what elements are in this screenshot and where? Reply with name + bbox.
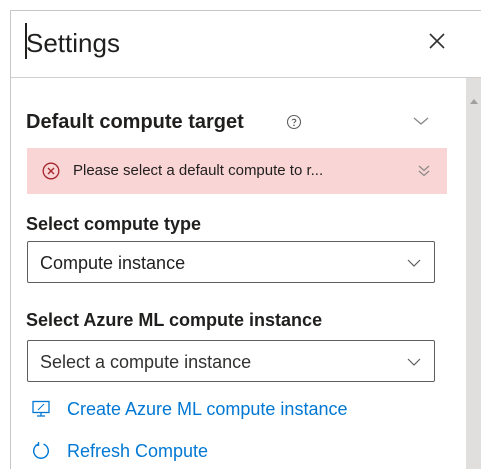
compute-instance-placeholder: Select a compute instance (40, 352, 252, 372)
vertical-scrollbar[interactable] (466, 78, 481, 469)
scroll-up-arrow-icon[interactable] (469, 92, 479, 104)
compute-instance-dropdown[interactable]: Select a compute instance (27, 340, 435, 382)
chevron-down-icon (406, 355, 422, 367)
close-button[interactable] (425, 29, 449, 53)
chevron-up-icon (413, 117, 429, 125)
section-heading-default-compute: Default compute target (26, 111, 244, 133)
settings-panel: Settings Default compute target Please s… (10, 10, 481, 469)
double-chevron-down-icon (418, 165, 430, 177)
error-message-bar: Please select a default compute to r... (27, 148, 447, 194)
error-circle-icon (42, 162, 60, 180)
refresh-compute-link[interactable]: Refresh Compute (31, 439, 251, 465)
create-compute-instance-label: Create Azure ML compute instance (67, 399, 348, 419)
compute-instance-label: Select Azure ML compute instance (26, 310, 323, 330)
section-collapse-button[interactable] (413, 114, 429, 128)
monitor-icon (31, 399, 51, 419)
compute-type-selected: Compute instance (40, 253, 186, 273)
chevron-down-icon (406, 256, 422, 268)
compute-type-label: Select compute type (26, 214, 202, 234)
compute-type-dropdown[interactable]: Compute instance (27, 241, 435, 283)
panel-content: Default compute target Please select a d… (11, 78, 466, 469)
help-circle-icon[interactable] (286, 114, 302, 130)
panel-header: Settings (11, 11, 481, 78)
error-expand-button[interactable] (416, 163, 432, 179)
close-icon (429, 33, 445, 49)
panel-title: Settings (26, 28, 120, 58)
refresh-icon (31, 441, 51, 461)
refresh-compute-label: Refresh Compute (67, 441, 209, 461)
create-compute-instance-link[interactable]: Create Azure ML compute instance (31, 397, 391, 423)
error-message-text: Please select a default compute to r... (73, 162, 324, 179)
